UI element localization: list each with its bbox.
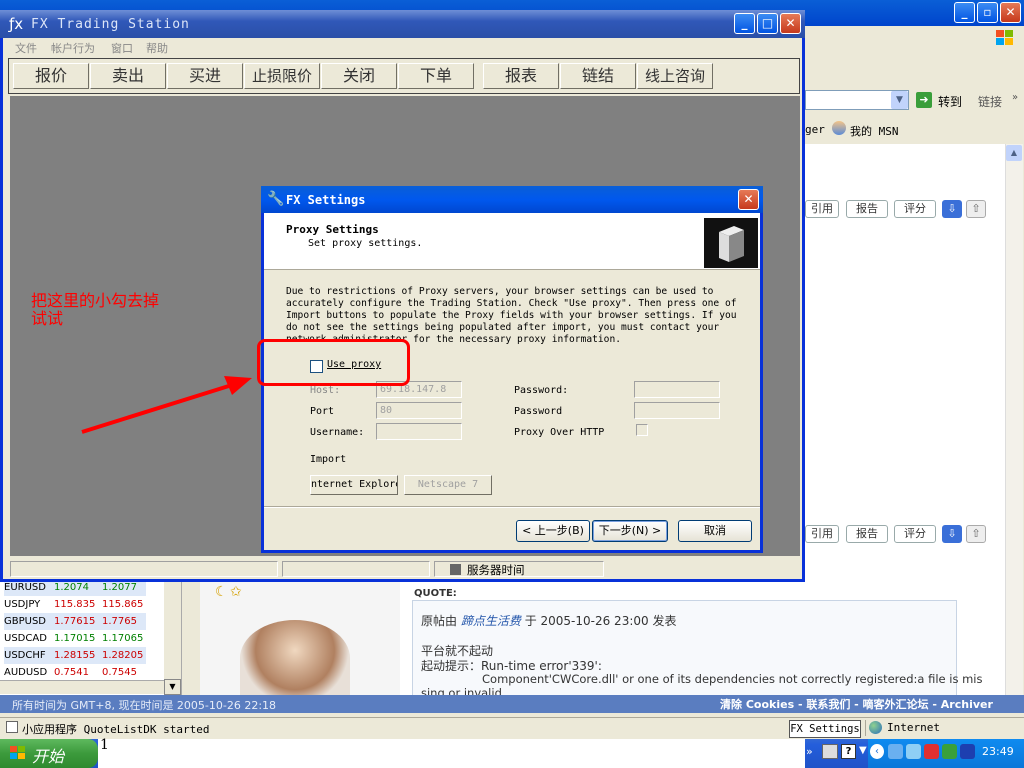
tray-arrow-icon[interactable]: ▼ (859, 745, 867, 756)
tray-network-icon (888, 744, 903, 759)
taskbar-number: 1 (100, 737, 109, 753)
tray-back-arrow-icon[interactable]: ‹ (870, 744, 884, 759)
tray-clock: 23:49 (982, 745, 1014, 758)
tray-keyboard-icon (822, 744, 838, 759)
start-windows-icon (10, 746, 26, 760)
tray-antivirus-icon (924, 744, 939, 759)
tray-volume-icon (906, 744, 921, 759)
taskbar-item-fx-settings[interactable]: FX Settings (789, 720, 861, 738)
tray-help-icon[interactable]: ? (841, 744, 856, 759)
start-button[interactable]: 开始 (0, 739, 98, 768)
tray-security-icon (942, 744, 957, 759)
tray-media-icon (960, 744, 975, 759)
taskbar-blank-area (98, 739, 805, 768)
start-label: 开始 (32, 747, 65, 766)
annotation-arrow-icon (81, 376, 252, 434)
quicklaunch-expand-icon[interactable]: » (806, 745, 813, 758)
